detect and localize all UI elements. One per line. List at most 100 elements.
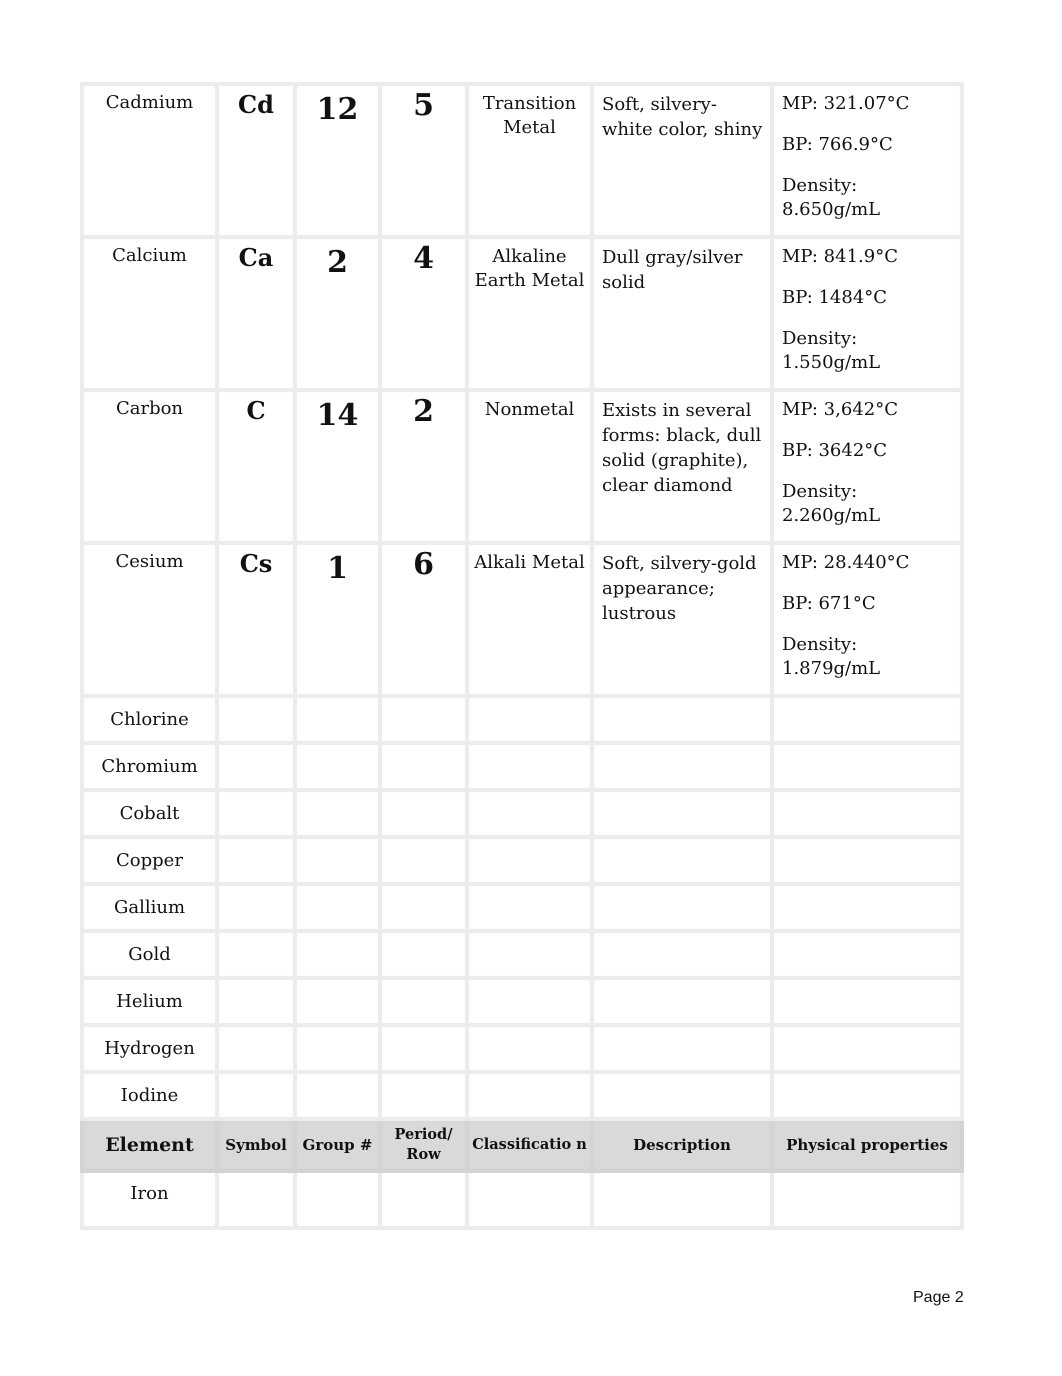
element-name: Carbon bbox=[80, 388, 219, 545]
group-cell[interactable] bbox=[293, 976, 382, 1027]
period-cell[interactable] bbox=[378, 1169, 469, 1230]
table-row: Cadmium Cd 12 5 Transition Metal Soft, s… bbox=[80, 82, 964, 239]
period-number: 2 bbox=[378, 388, 469, 545]
period-cell[interactable] bbox=[378, 1023, 469, 1074]
description-cell[interactable] bbox=[590, 835, 774, 886]
group-cell[interactable] bbox=[293, 929, 382, 980]
element-name: Gallium bbox=[80, 882, 219, 933]
period-cell[interactable] bbox=[378, 788, 469, 839]
physical-properties-cell[interactable] bbox=[770, 929, 964, 980]
period-cell[interactable] bbox=[378, 882, 469, 933]
element-symbol: Ca bbox=[215, 235, 297, 392]
symbol-cell[interactable] bbox=[215, 788, 297, 839]
element-name: Cadmium bbox=[80, 82, 219, 239]
description-cell[interactable] bbox=[590, 741, 774, 792]
physical-properties-cell[interactable] bbox=[770, 741, 964, 792]
table-row: Calcium Ca 2 4 Alkaline Earth Metal Dull… bbox=[80, 235, 964, 392]
physical-properties: MP: 321.07°C BP: 766.9°C Density: 8.650g… bbox=[770, 82, 964, 239]
physical-properties: MP: 3,642°C BP: 3642°C Density: 2.260g/m… bbox=[770, 388, 964, 545]
group-cell[interactable] bbox=[293, 835, 382, 886]
physical-properties-cell[interactable] bbox=[770, 694, 964, 745]
symbol-cell[interactable] bbox=[215, 741, 297, 792]
symbol-cell[interactable] bbox=[215, 1169, 297, 1230]
symbol-cell[interactable] bbox=[215, 835, 297, 886]
melting-point: MP: 28.440°C bbox=[782, 552, 910, 573]
element-name: Cesium bbox=[80, 541, 219, 698]
header-classification: Classificatio n bbox=[465, 1117, 594, 1173]
density: Density: 1.879g/mL bbox=[782, 634, 881, 679]
description-cell[interactable] bbox=[590, 1023, 774, 1074]
physical-properties-cell[interactable] bbox=[770, 1070, 964, 1121]
physical-properties-cell[interactable] bbox=[770, 835, 964, 886]
boiling-point: BP: 3642°C bbox=[782, 440, 888, 461]
description-cell[interactable] bbox=[590, 694, 774, 745]
element-name: Gold bbox=[80, 929, 219, 980]
physical-properties-cell[interactable] bbox=[770, 788, 964, 839]
group-cell[interactable] bbox=[293, 882, 382, 933]
classification-cell[interactable] bbox=[465, 1070, 594, 1121]
period-cell[interactable] bbox=[378, 1070, 469, 1121]
period-cell[interactable] bbox=[378, 835, 469, 886]
table-row: Iron bbox=[80, 1169, 964, 1230]
group-number: 1 bbox=[293, 541, 382, 698]
classification-cell[interactable] bbox=[465, 788, 594, 839]
group-cell[interactable] bbox=[293, 788, 382, 839]
description-cell[interactable] bbox=[590, 1169, 774, 1230]
table-row: Chlorine bbox=[80, 694, 964, 745]
element-symbol: Cd bbox=[215, 82, 297, 239]
group-number: 2 bbox=[293, 235, 382, 392]
element-name: Calcium bbox=[80, 235, 219, 392]
table-header-row: Element Symbol Group # Period/ Row Class… bbox=[80, 1117, 964, 1173]
period-cell[interactable] bbox=[378, 694, 469, 745]
symbol-cell[interactable] bbox=[215, 882, 297, 933]
classification-cell[interactable] bbox=[465, 929, 594, 980]
description-cell[interactable] bbox=[590, 882, 774, 933]
table-row: Cesium Cs 1 6 Alkali Metal Soft, silvery… bbox=[80, 541, 964, 698]
group-cell[interactable] bbox=[293, 1169, 382, 1230]
physical-properties-cell[interactable] bbox=[770, 1169, 964, 1230]
period-cell[interactable] bbox=[378, 976, 469, 1027]
group-cell[interactable] bbox=[293, 694, 382, 745]
symbol-cell[interactable] bbox=[215, 976, 297, 1027]
elements-table: Cadmium Cd 12 5 Transition Metal Soft, s… bbox=[80, 82, 964, 1230]
physical-properties-cell[interactable] bbox=[770, 1023, 964, 1074]
period-number: 4 bbox=[378, 235, 469, 392]
classification-cell[interactable] bbox=[465, 835, 594, 886]
elements-table-container: Cadmium Cd 12 5 Transition Metal Soft, s… bbox=[80, 82, 964, 1230]
group-cell[interactable] bbox=[293, 1070, 382, 1121]
classification-cell[interactable] bbox=[465, 1023, 594, 1074]
description-cell[interactable] bbox=[590, 929, 774, 980]
period-number: 5 bbox=[378, 82, 469, 239]
element-symbol: Cs bbox=[215, 541, 297, 698]
table-row: Helium bbox=[80, 976, 964, 1027]
physical-properties-cell[interactable] bbox=[770, 976, 964, 1027]
melting-point: MP: 841.9°C bbox=[782, 246, 898, 267]
period-cell[interactable] bbox=[378, 929, 469, 980]
element-name: Cobalt bbox=[80, 788, 219, 839]
period-cell[interactable] bbox=[378, 741, 469, 792]
group-cell[interactable] bbox=[293, 1023, 382, 1074]
physical-properties-cell[interactable] bbox=[770, 882, 964, 933]
table-row: Chromium bbox=[80, 741, 964, 792]
classification-cell[interactable] bbox=[465, 882, 594, 933]
description-cell[interactable] bbox=[590, 788, 774, 839]
classification: Alkali Metal bbox=[465, 541, 594, 698]
description: Dull gray/silver solid bbox=[590, 235, 774, 392]
group-number: 12 bbox=[293, 82, 382, 239]
description-cell[interactable] bbox=[590, 1070, 774, 1121]
table-row: Carbon C 14 2 Nonmetal Exists in several… bbox=[80, 388, 964, 545]
group-cell[interactable] bbox=[293, 741, 382, 792]
classification-cell[interactable] bbox=[465, 976, 594, 1027]
classification-cell[interactable] bbox=[465, 741, 594, 792]
description-cell[interactable] bbox=[590, 976, 774, 1027]
element-name: Chlorine bbox=[80, 694, 219, 745]
density: Density: 8.650g/mL bbox=[782, 175, 881, 220]
boiling-point: BP: 766.9°C bbox=[782, 134, 893, 155]
classification-cell[interactable] bbox=[465, 1169, 594, 1230]
symbol-cell[interactable] bbox=[215, 929, 297, 980]
classification-cell[interactable] bbox=[465, 694, 594, 745]
table-row: Iodine bbox=[80, 1070, 964, 1121]
symbol-cell[interactable] bbox=[215, 694, 297, 745]
symbol-cell[interactable] bbox=[215, 1070, 297, 1121]
symbol-cell[interactable] bbox=[215, 1023, 297, 1074]
